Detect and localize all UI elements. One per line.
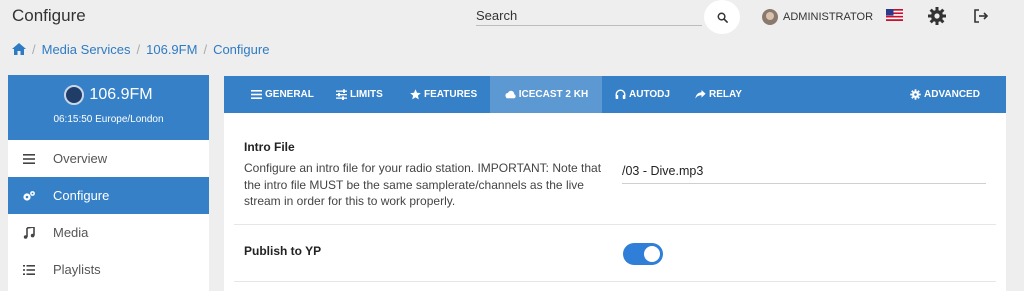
breadcrumb-separator: / xyxy=(32,41,36,57)
bars-icon xyxy=(251,90,262,99)
cogs-icon xyxy=(22,189,36,203)
search-icon xyxy=(717,12,728,23)
home-icon[interactable] xyxy=(12,43,26,55)
tab-label: GENERAL xyxy=(265,89,314,100)
toggle-knob xyxy=(644,246,660,262)
sidebar-item-label: Media xyxy=(53,225,89,240)
headphones-icon xyxy=(615,89,626,99)
divider xyxy=(234,281,996,282)
user-menu[interactable]: ADMINISTRATOR xyxy=(762,8,873,26)
divider xyxy=(234,224,996,225)
tab-relay[interactable]: RELAY xyxy=(695,76,742,113)
publish-yp-toggle[interactable] xyxy=(623,243,663,265)
sidebar-item-playlists[interactable]: Playlists xyxy=(8,251,209,288)
breadcrumb: / Media Services / 106.9FM / Configure xyxy=(12,40,269,58)
tab-general[interactable]: GENERAL xyxy=(251,76,314,113)
sidebar-item-label: Configure xyxy=(53,188,110,203)
intro-file-field[interactable]: /03 - Dive.mp3 xyxy=(622,162,986,184)
user-name: ADMINISTRATOR xyxy=(783,11,874,23)
tab-icecast[interactable]: ICECAST 2 KH xyxy=(490,76,602,113)
top-bar: Configure ADMINISTRATOR xyxy=(0,0,1024,34)
settings-tab-bar: GENERAL LIMITS FEATURES ICECAST 2 KH AUT… xyxy=(224,76,1006,113)
search-button[interactable] xyxy=(704,0,740,34)
breadcrumb-link-configure[interactable]: Configure xyxy=(213,42,269,57)
breadcrumb-link-media-services[interactable]: Media Services xyxy=(42,42,131,57)
search-input[interactable] xyxy=(476,6,702,24)
logout-icon[interactable] xyxy=(972,7,990,25)
sliders-icon xyxy=(336,89,347,100)
tab-label: ICECAST 2 KH xyxy=(518,89,589,100)
sidebar-item-overview[interactable]: Overview xyxy=(8,140,209,177)
search-box[interactable] xyxy=(476,4,702,26)
settings-panel: Intro File Configure an intro file for y… xyxy=(224,113,1006,291)
station-time: 06:15:50 Europe/London xyxy=(53,114,164,125)
gear-icon xyxy=(910,89,921,100)
station-name: 106.9FM xyxy=(89,86,153,103)
sidebar-item-configure[interactable]: Configure xyxy=(8,177,209,214)
tab-features[interactable]: FEATURES xyxy=(410,76,477,113)
tab-label: RELAY xyxy=(709,89,742,100)
station-header: 106.9FM 06:15:50 Europe/London xyxy=(8,75,209,140)
breadcrumb-separator: / xyxy=(203,41,208,57)
tab-label: ADVANCED xyxy=(924,89,980,100)
sidebar-item-media[interactable]: Media xyxy=(8,214,209,251)
intro-file-label: Intro File xyxy=(244,140,295,154)
tab-label: LIMITS xyxy=(350,89,383,100)
share-arrow-icon xyxy=(695,90,706,99)
tab-label: AUTODJ xyxy=(629,89,670,100)
cloud-icon xyxy=(505,90,516,99)
tab-autodj[interactable]: AUTODJ xyxy=(615,76,670,113)
breadcrumb-link-station[interactable]: 106.9FM xyxy=(146,42,197,57)
sidebar-item-label: Playlists xyxy=(53,262,101,277)
tab-advanced[interactable]: ADVANCED xyxy=(910,76,980,113)
avatar xyxy=(762,9,778,25)
tab-limits[interactable]: LIMITS xyxy=(336,76,383,113)
publish-yp-label: Publish to YP xyxy=(244,244,322,258)
star-icon xyxy=(410,89,421,100)
menu-lines-icon xyxy=(22,152,36,166)
list-icon xyxy=(22,263,36,277)
music-note-icon xyxy=(22,226,36,240)
sidebar: 106.9FM 06:15:50 Europe/London Overview … xyxy=(8,75,209,291)
page-title: Configure xyxy=(12,6,86,25)
tab-label: FEATURES xyxy=(424,89,478,100)
gear-icon[interactable] xyxy=(927,6,947,26)
breadcrumb-separator: / xyxy=(136,41,141,57)
station-logo xyxy=(64,85,85,105)
sidebar-item-label: Overview xyxy=(53,151,108,166)
intro-file-description: Configure an intro file for your radio s… xyxy=(244,161,602,208)
us-flag-icon[interactable] xyxy=(886,9,903,21)
